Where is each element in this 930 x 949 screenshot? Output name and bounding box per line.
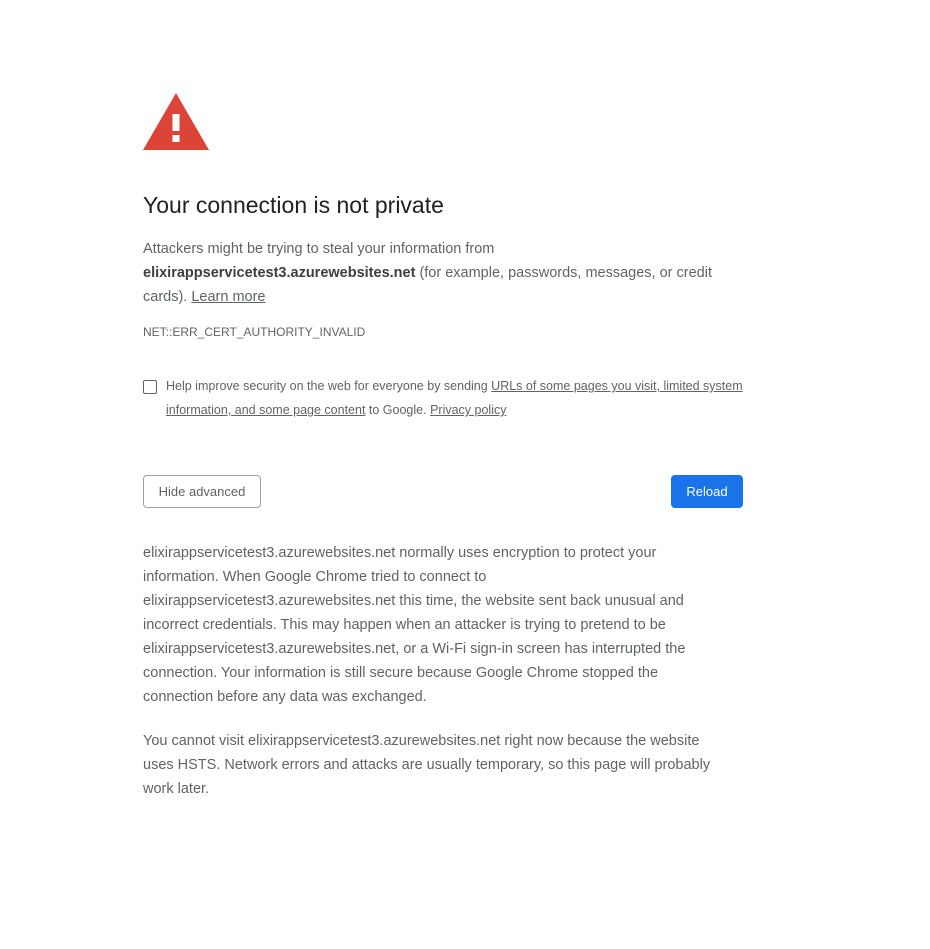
interstitial-container: Your connection is not private Attackers… (143, 93, 743, 797)
site-domain: elixirappservicetest3.azurewebsites.net (143, 265, 416, 281)
privacy-policy-link[interactable]: Privacy policy (430, 403, 506, 417)
optin-checkbox[interactable] (143, 380, 157, 394)
intro-prefix: Attackers might be trying to steal your … (143, 241, 495, 257)
optin-label: Help improve security on the web for eve… (166, 374, 743, 422)
warning-triangle-icon (143, 93, 209, 150)
optin-middle: to Google. (365, 403, 431, 417)
details-paragraph-2: You cannot visit elixirappservicetest3.a… (143, 733, 711, 797)
details-paragraph-1: elixirappservicetest3.azurewebsites.net … (143, 545, 686, 705)
advanced-details: elixirappservicetest3.azurewebsites.net … (143, 541, 723, 821)
error-code: NET::ERR_CERT_AUTHORITY_INVALID (143, 325, 366, 339)
optin-prefix: Help improve security on the web for eve… (166, 379, 492, 393)
reload-button[interactable]: Reload (671, 475, 743, 508)
hide-advanced-button[interactable]: Hide advanced (143, 475, 261, 508)
learn-more-link[interactable]: Learn more (191, 289, 265, 305)
safe-browsing-optin: Help improve security on the web for eve… (143, 377, 743, 422)
page-title: Your connection is not private (143, 192, 444, 218)
intro-text: Attackers might be trying to steal your … (143, 237, 743, 309)
